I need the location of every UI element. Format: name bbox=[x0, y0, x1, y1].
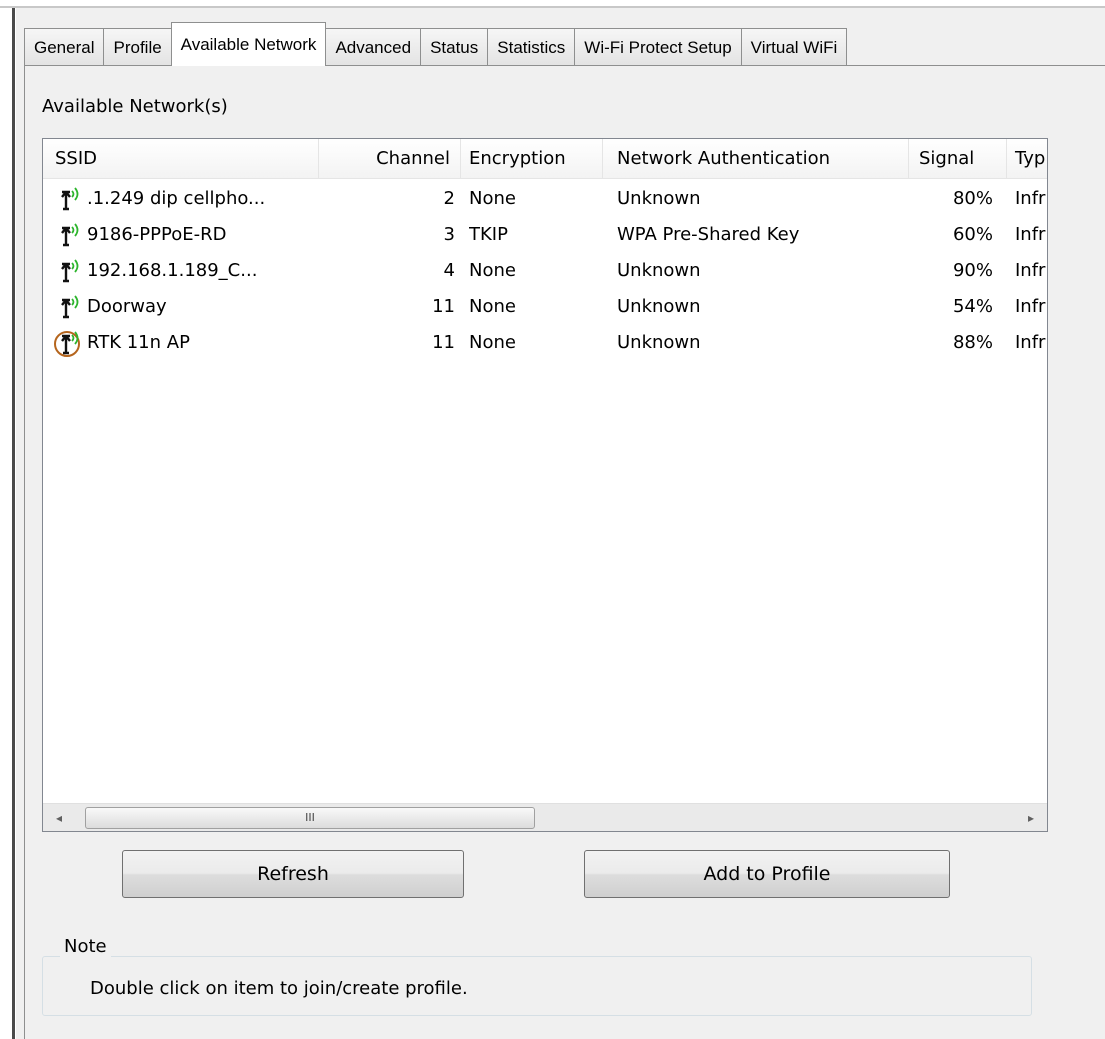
scroll-right-arrow[interactable]: ▸ bbox=[1019, 808, 1043, 828]
access-point-icon bbox=[53, 221, 85, 249]
column-header-network-authentication[interactable]: Network Authentication bbox=[603, 139, 909, 179]
ssid-cell: .1.249 dip cellpho... bbox=[53, 181, 319, 217]
encryption-cell: None bbox=[469, 260, 516, 281]
ssid-text: .1.249 dip cellpho... bbox=[87, 188, 266, 209]
tab-statistics[interactable]: Statistics bbox=[487, 28, 575, 66]
signal-cell: 54% bbox=[952, 296, 993, 317]
table-row[interactable]: 9186-PPPoE-RD 3 TKIP WPA Pre-Shared Key 60% I… bbox=[43, 217, 1047, 253]
horizontal-scrollbar[interactable]: ◂ III ▸ bbox=[43, 803, 1047, 831]
channel-cell: 2 bbox=[443, 188, 455, 209]
table-row[interactable]: RTK 11n AP 11 None Unknown 88% Infr bbox=[43, 325, 1047, 361]
column-header-signal[interactable]: Signal bbox=[909, 139, 1007, 179]
access-point-icon bbox=[53, 257, 85, 285]
encryption-cell: TKIP bbox=[469, 224, 508, 245]
ssid-text: 9186-PPPoE-RD bbox=[87, 224, 227, 245]
ssid-cell: Doorway bbox=[53, 289, 319, 325]
table-row[interactable]: 192.168.1.189_C... 4 None Unknown 90% Infr bbox=[43, 253, 1047, 289]
tab-bar: General Profile Available Network Advanc… bbox=[24, 22, 848, 66]
ssid-text: Doorway bbox=[87, 296, 167, 317]
tab-available-network[interactable]: Available Network bbox=[170, 22, 327, 66]
table-row[interactable]: .1.249 dip cellpho... 2 None Unknown 80% Infr bbox=[43, 181, 1047, 217]
channel-cell: 11 bbox=[432, 296, 455, 317]
scroll-thumb[interactable]: III bbox=[85, 807, 535, 829]
type-cell: Infr bbox=[1015, 296, 1046, 317]
authentication-cell: Unknown bbox=[617, 260, 701, 281]
left-window-frame bbox=[12, 8, 15, 1039]
tab-general[interactable]: General bbox=[24, 28, 104, 66]
authentication-cell: Unknown bbox=[617, 332, 701, 353]
ssid-cell: 192.168.1.189_C... bbox=[53, 253, 319, 289]
table-row[interactable]: Doorway 11 None Unknown 54% Infr bbox=[43, 289, 1047, 325]
access-point-icon bbox=[53, 293, 85, 321]
add-to-profile-button[interactable]: Add to Profile bbox=[584, 850, 950, 898]
authentication-cell: Unknown bbox=[617, 296, 701, 317]
tab-virtual-wifi[interactable]: Virtual WiFi bbox=[740, 28, 848, 66]
encryption-cell: None bbox=[469, 332, 516, 353]
tab-wifi-protect-setup[interactable]: Wi-Fi Protect Setup bbox=[574, 28, 741, 66]
encryption-cell: None bbox=[469, 296, 516, 317]
tab-profile[interactable]: Profile bbox=[103, 28, 171, 66]
utility-window: General Profile Available Network Advanc… bbox=[16, 8, 1105, 1039]
top-window-edge bbox=[0, 0, 1105, 8]
column-header-channel[interactable]: Channel bbox=[319, 139, 461, 179]
authentication-cell: WPA Pre-Shared Key bbox=[617, 224, 800, 245]
type-cell: Infr bbox=[1015, 332, 1046, 353]
signal-cell: 88% bbox=[952, 332, 993, 353]
ssid-cell: RTK 11n AP bbox=[53, 325, 319, 361]
type-cell: Infr bbox=[1015, 224, 1046, 245]
tab-status[interactable]: Status bbox=[420, 28, 488, 66]
ssid-text: RTK 11n AP bbox=[87, 332, 190, 353]
signal-cell: 80% bbox=[952, 188, 993, 209]
list-header: SSID Channel Encryption Network Authenti… bbox=[43, 139, 1047, 179]
signal-cell: 90% bbox=[952, 260, 993, 281]
ssid-text: 192.168.1.189_C... bbox=[87, 260, 258, 281]
access-point-icon bbox=[53, 185, 85, 213]
section-label: Available Network(s) bbox=[42, 96, 228, 117]
scroll-left-arrow[interactable]: ◂ bbox=[47, 808, 71, 828]
column-header-encryption[interactable]: Encryption bbox=[461, 139, 603, 179]
type-cell: Infr bbox=[1015, 260, 1046, 281]
network-list[interactable]: SSID Channel Encryption Network Authenti… bbox=[42, 138, 1048, 832]
refresh-button[interactable]: Refresh bbox=[122, 850, 464, 898]
note-text: Double click on item to join/create prof… bbox=[90, 978, 468, 999]
connected-access-point-icon bbox=[53, 329, 85, 357]
encryption-cell: None bbox=[469, 188, 516, 209]
column-header-ssid[interactable]: SSID bbox=[43, 139, 319, 179]
type-cell: Infr bbox=[1015, 188, 1046, 209]
channel-cell: 3 bbox=[443, 224, 455, 245]
tab-advanced[interactable]: Advanced bbox=[326, 28, 421, 66]
column-header-type[interactable]: Typ bbox=[1007, 139, 1047, 179]
ssid-cell: 9186-PPPoE-RD bbox=[53, 217, 319, 253]
authentication-cell: Unknown bbox=[617, 188, 701, 209]
note-legend: Note bbox=[60, 936, 111, 957]
channel-cell: 11 bbox=[432, 332, 455, 353]
channel-cell: 4 bbox=[443, 260, 455, 281]
signal-cell: 60% bbox=[952, 224, 993, 245]
